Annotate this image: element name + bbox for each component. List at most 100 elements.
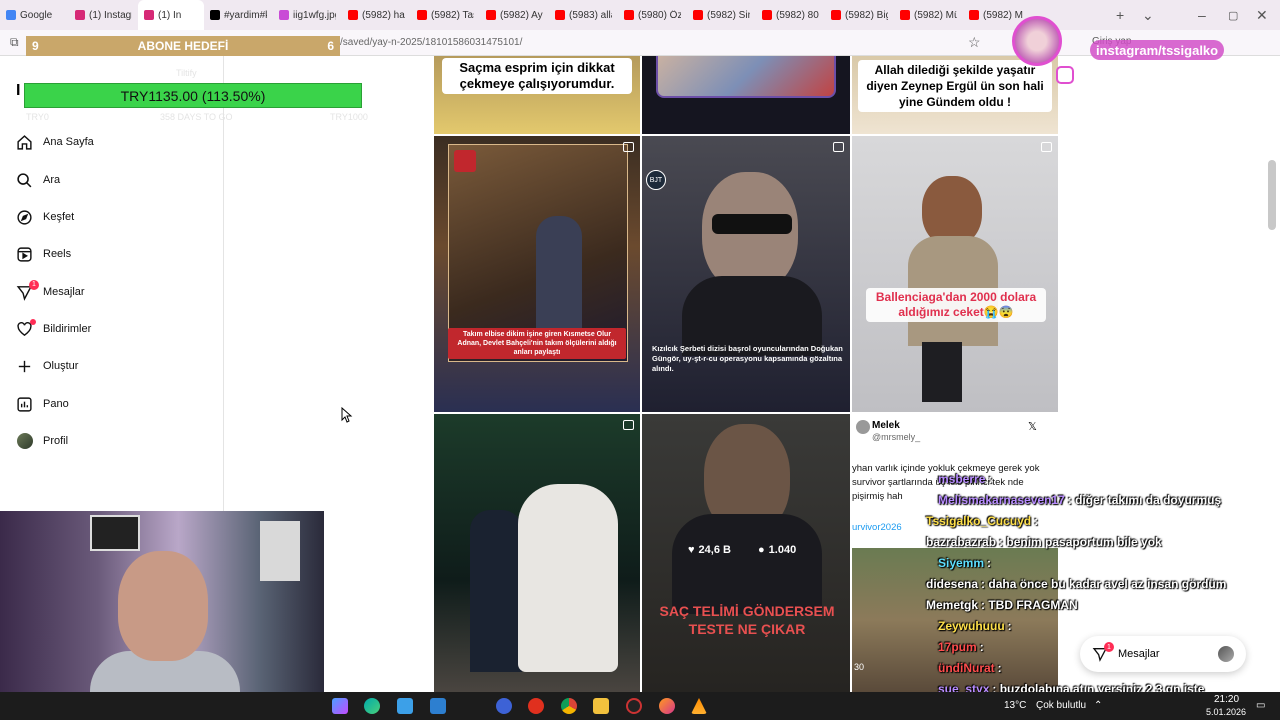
sidebar-item-explore[interactable]: Keşfet	[16, 205, 74, 229]
browser-tab[interactable]: (5982) Big5	[825, 0, 894, 30]
notification-center-icon[interactable]: ▭	[1256, 700, 1265, 711]
browser-tab[interactable]: (5982) Taş	[411, 0, 480, 30]
clock-date[interactable]: 5.01.2026	[1206, 707, 1246, 717]
browser-tab[interactable]: (1) In	[138, 0, 204, 30]
tab-favicon-icon	[831, 10, 841, 20]
sidebar-item-profile[interactable]: Profil	[16, 429, 68, 453]
sidebar-item-search[interactable]: Ara	[16, 168, 60, 192]
sidebar-item-label: Oluştur	[43, 360, 79, 372]
chat-text: :	[987, 556, 992, 570]
plus-icon	[16, 358, 33, 375]
chat-message: Memetgk: TBD FRAGMAN	[926, 598, 1078, 612]
opera-icon[interactable]	[528, 698, 544, 714]
tweet-author-handle: @mrsmely_	[872, 432, 921, 442]
tray-chevron-icon[interactable]: ⌃	[1094, 700, 1102, 711]
post-tile[interactable]: Allah dilediği şekilde yaşatır diyen Zey…	[852, 56, 1058, 134]
browser-tab[interactable]: (5980) Özle	[618, 0, 687, 30]
sidebar-item-messages[interactable]: 1 Mesajlar	[16, 279, 85, 304]
sidebar-item-label: Mesajlar	[43, 286, 85, 298]
messages-label: Mesajlar	[1118, 648, 1160, 660]
browser-tab[interactable]: #yardim#k	[204, 0, 273, 30]
reels-icon	[16, 246, 33, 263]
tab-icon[interactable]: ⧉	[10, 35, 19, 50]
close-window-button[interactable]: ✕	[1256, 7, 1268, 24]
browser-tab[interactable]: (5982) has	[342, 0, 411, 30]
goal-title: ABONE HEDEFİ	[137, 39, 229, 53]
browser-tab[interactable]: (5983) allah	[549, 0, 618, 30]
sidebar-item-home[interactable]: Ana Sayfa	[16, 130, 94, 154]
post-tile[interactable]	[642, 56, 850, 134]
sidebar-item-dashboard[interactable]: Pano	[16, 392, 69, 416]
reel-icon	[1041, 142, 1052, 152]
donation-amount: TRY1135.00 (113.50%)	[120, 87, 266, 104]
bookmark-star-icon[interactable]: ☆	[968, 34, 981, 51]
tab-favicon-icon	[486, 10, 496, 20]
tab-favicon-icon	[693, 10, 703, 20]
browser-tab[interactable]: Google	[0, 0, 69, 30]
browser-tab[interactable]: (1) Instagram	[69, 0, 138, 30]
tab-label: #yardim#k	[224, 9, 267, 21]
chat-username: Melismakarnaseven17	[938, 493, 1065, 507]
browser-tab[interactable]: iig1wfg.jpg	[273, 0, 342, 30]
post-tile[interactable]: Saçma esprim için dikkat çekmeye çalışıy…	[434, 56, 640, 134]
clock-time[interactable]: 21:20	[1214, 694, 1239, 705]
post-caption: Allah dilediği şekilde yaşatır diyen Zey…	[858, 60, 1052, 112]
scrollbar-thumb[interactable]	[1268, 160, 1276, 230]
sidebar-item-create[interactable]: Oluştur	[16, 354, 78, 378]
compass-icon	[16, 209, 33, 226]
maximize-button[interactable]: ▢	[1228, 9, 1238, 22]
new-tab-button[interactable]: +	[1116, 7, 1124, 23]
tab-label: (5982) 80'le	[776, 9, 819, 21]
chat-username: ündiNurat	[938, 661, 995, 675]
weather-temp[interactable]: 13°C	[1004, 700, 1026, 711]
post-tile[interactable]	[434, 414, 640, 692]
subscriber-goal-bar: 9 ABONE HEDEFİ 6	[26, 36, 340, 56]
post-tile[interactable]: Ballenciaga'dan 2000 dolara aldığımız ce…	[852, 136, 1058, 412]
app-icon[interactable]	[496, 698, 512, 714]
browser-tab[interactable]: (5982) 80'le	[756, 0, 825, 30]
weather-text[interactable]: Çok bulutlu	[1036, 700, 1086, 711]
browser-tab[interactable]: (5982) Sina	[687, 0, 756, 30]
sidebar-item-label: Keşfet	[43, 211, 75, 223]
tab-list-chevron-icon[interactable]: ⌄	[1142, 7, 1154, 24]
chat-username: 17pum	[938, 640, 977, 654]
copilot-icon[interactable]	[332, 698, 348, 714]
tab-favicon-icon	[279, 10, 289, 20]
minimize-button[interactable]: –	[1198, 7, 1206, 23]
post-caption: SAÇ TELİMİ GÖNDERSEM TESTE NE ÇIKAR	[659, 603, 835, 637]
chat-username: Tssigalko_Cucuyd	[926, 514, 1032, 528]
messenger-icon: 1	[16, 279, 39, 301]
sidebar-item-label: Bildirimler	[43, 323, 92, 335]
sidebar-item-label: Reels	[43, 248, 72, 260]
tab-favicon-icon	[900, 10, 910, 20]
tab-label: (5983) allah	[569, 9, 612, 21]
avatar	[16, 433, 33, 449]
chat-message: didesena: daha önce bu kadar avel az ins…	[926, 577, 1226, 591]
url-field[interactable]: /saved/yay-n-2025/18101586031475101/	[340, 37, 522, 48]
post-tile[interactable]: Takım elbise dikim işine giren Kısmetse …	[434, 136, 640, 412]
post-tile[interactable]: ♥ 24,6 B ● 1.040 SAÇ TELİMİ GÖNDERSEM TEST…	[642, 414, 850, 692]
notification-dot	[30, 318, 36, 325]
chrome-icon[interactable]	[561, 698, 577, 714]
post-caption: Saçma esprim için dikkat çekmeye çalışıy…	[442, 58, 632, 94]
instagram-logo-icon[interactable]: I	[16, 82, 20, 100]
post-tile[interactable]: BJT Kızılcık Şerbeti dizisi başrol oyunc…	[642, 136, 850, 412]
vlc-icon[interactable]	[691, 698, 707, 714]
sidebar-item-reels[interactable]: Reels	[16, 242, 71, 266]
messages-floating-button[interactable]: 1 Mesajlar	[1080, 636, 1246, 672]
firefox-icon[interactable]	[659, 698, 675, 714]
browser-tab-bar: Google (1) Instagram (1) In #yardim#k iig1wf…	[0, 0, 1280, 30]
store-icon[interactable]	[397, 698, 413, 714]
reel-icon	[833, 142, 844, 152]
browser-tab[interactable]: (5982) Müg	[894, 0, 963, 30]
file-explorer-icon[interactable]	[593, 698, 609, 714]
windows-taskbar: 13°C Çok bulutlu ⌃ 21:20 5.01.2026 ▭	[0, 692, 1280, 720]
obs-icon[interactable]	[626, 698, 642, 714]
chat-username: bazrabazrab	[926, 535, 997, 549]
edge-icon[interactable]	[364, 698, 380, 714]
chat-message: Siyemm:	[938, 556, 991, 570]
browser-tab[interactable]: (5982) Ayb	[480, 0, 549, 30]
mail-icon[interactable]	[430, 698, 446, 714]
sidebar-item-notifications[interactable]: Bildirimler	[16, 317, 91, 341]
chat-message: 17pum:	[938, 640, 984, 654]
